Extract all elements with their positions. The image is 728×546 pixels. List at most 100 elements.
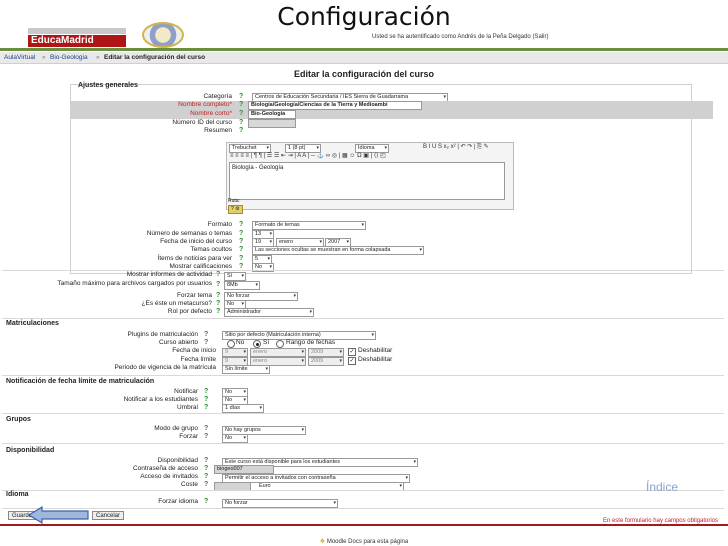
summary-html-editor: Trebuchet ▾ 1 (8 pt) ▾ Idioma ▾ B I U S x₂ … [226, 142, 514, 210]
fecha-inicio-curso-label: Fecha de inicio del curso [160, 238, 232, 245]
moodle-docs-label: Moodle Docs para esta página [326, 539, 409, 545]
moodle-docs-link[interactable]: ❖ Moodle Docs para esta página [0, 538, 728, 545]
notificar-estudiantes-label: Notificar a los estudiantes [123, 396, 198, 403]
page-title: Editar la configuración del curso [293, 69, 435, 79]
help-icon[interactable]: ? [216, 271, 222, 279]
breadcrumb-course[interactable]: Bio-Geologia [50, 53, 88, 62]
fecha-inicio-month-select[interactable]: enero ▾ [250, 348, 306, 357]
help-icon[interactable]: ? [204, 388, 210, 396]
help-icon[interactable]: ? [204, 473, 210, 481]
help-icon[interactable]: ? [239, 230, 245, 238]
help-icon[interactable]: ? [239, 127, 245, 135]
curso-abierto-no-label: No [236, 339, 245, 346]
general-settings-legend: Ajustes generales [78, 82, 138, 89]
help-icon[interactable]: ? [216, 292, 222, 300]
help-icon[interactable]: ? [239, 238, 245, 246]
contrasena-input[interactable]: biogeo007 [214, 465, 274, 474]
tamano-maximo-select[interactable]: 8Mb ▾ [224, 281, 260, 290]
curso-abierto-rango-label: Rango de fechas [286, 339, 336, 346]
notificar-label: Notificar [174, 388, 198, 395]
nombre-completo-label: Nombre completo* [178, 101, 232, 108]
forzar-idioma-select[interactable]: No forzar ▾ [222, 499, 338, 508]
help-icon[interactable]: ? [239, 255, 245, 263]
periodo-vigencia-label: Periodo de vigencia de la matrícula [114, 364, 216, 371]
curso-abierto-si-label: Sí [263, 339, 270, 346]
editor-path-label: Ruta: [228, 198, 240, 204]
help-icon[interactable]: ? [239, 101, 245, 109]
educamadrid-logo[interactable]: EducaMadrid [28, 28, 126, 48]
help-icon[interactable]: ? [204, 433, 210, 441]
formato-select[interactable]: Formato de temas ▾ [252, 221, 366, 230]
coste-label: Coste [181, 481, 198, 488]
numero-id-input[interactable] [248, 119, 296, 128]
numero-semanas-label: Número de semanas o temas [146, 230, 232, 237]
help-icon[interactable]: ? [239, 221, 245, 229]
umbral-label: Umbral [177, 404, 198, 411]
help-icon[interactable]: ? [216, 281, 222, 289]
fecha-limite-deshabilitar-checkbox[interactable]: ✓ [348, 357, 356, 365]
idioma-legend: Idioma [6, 491, 29, 498]
editor-toolbar-row2: ≡ ≡ ≡ ≡ | ¶ ¶ | ☰ ☰ ⇤ ⇥ | A A | ─ ⚓ ∞ ◎ … [227, 152, 513, 161]
nombre-corto-input[interactable]: Bio-Geología [248, 110, 296, 119]
help-icon[interactable]: ? [204, 465, 210, 473]
editor-format-buttons[interactable]: B I U S x₂ x² | ↶ ↷ | ⎘ ✎ [423, 143, 489, 152]
editor-align-buttons[interactable]: ≡ ≡ ≡ ≡ | ¶ ¶ | ☰ ☰ ⇤ ⇥ | A A | ─ ⚓ ∞ ◎ … [230, 152, 386, 161]
help-icon[interactable]: ? [204, 339, 210, 347]
fecha-inicio-year-select[interactable]: 2009 ▾ [308, 348, 344, 357]
fecha-inicio-deshabilitar-checkbox[interactable]: ✓ [348, 348, 356, 356]
formato-label: Formato [207, 221, 232, 228]
help-icon[interactable]: ? [204, 498, 210, 506]
fecha-inicio-label: Fecha de inicio [172, 347, 216, 354]
fecha-limite-year-select[interactable]: 2009 ▾ [308, 357, 344, 366]
breadcrumb-separator-icon: » [96, 54, 100, 61]
help-icon[interactable]: ? [204, 331, 210, 339]
indice-link[interactable]: Índice [646, 480, 678, 494]
periodo-vigencia-select[interactable]: Sin límite ▾ [222, 365, 270, 374]
help-icon[interactable]: ? [239, 93, 245, 101]
login-info[interactable]: Usted se ha autentificado como Andrés de… [372, 34, 548, 40]
disponibilidad-legend: Disponibilidad [6, 447, 55, 454]
fecha-inicio-day-select[interactable]: 9 ▾ [222, 348, 248, 357]
forzar-grupo-select[interactable]: No ▾ [222, 434, 248, 443]
plugins-matriculacion-label: Plugins de matriculación [127, 331, 198, 338]
acceso-invitados-label: Acceso de invitados [140, 473, 198, 480]
disponibilidad-label: Disponibilidad [157, 457, 198, 464]
metacurso-label: ¿Es éste un metacurso? [141, 300, 212, 307]
umbral-select[interactable]: 1 días ▾ [222, 404, 264, 413]
help-icon[interactable]: ? [239, 246, 245, 254]
help-icon[interactable]: ? [204, 425, 210, 433]
help-icon[interactable]: ? [204, 396, 210, 404]
editor-help-button[interactable]: ? ⚙ [228, 205, 243, 214]
editor-toolbar-row1: Trebuchet ▾ 1 (8 pt) ▾ Idioma ▾ B I U S x₂ … [227, 143, 513, 153]
curso-abierto-rango-radio[interactable] [276, 340, 284, 348]
footer-divider [0, 524, 728, 526]
breadcrumb-current: Editar la configuración del curso [104, 54, 206, 61]
breadcrumb-home[interactable]: AulaVirtual [4, 53, 35, 62]
help-icon[interactable]: ? [204, 404, 210, 412]
help-icon[interactable]: ? [204, 457, 210, 465]
forzar-tema-label: Forzar tema [176, 292, 212, 299]
curso-abierto-no-radio[interactable] [227, 340, 235, 348]
nombre-completo-input[interactable]: Biología/Geología/Ciencias de la Tierra … [248, 101, 422, 110]
fecha-inicio-deshabilitar-label: Deshabilitar [358, 347, 393, 354]
rol-defecto-select[interactable]: Administrador ▾ [224, 308, 314, 317]
mostrar-informes-select[interactable]: Sí ▾ [224, 272, 246, 281]
help-icon[interactable]: ? [239, 110, 245, 118]
curso-abierto-si-radio[interactable] [253, 340, 261, 348]
fecha-limite-deshabilitar-label: Deshabilitar [358, 356, 393, 363]
forzar-idioma-label: Forzar idioma [158, 498, 198, 505]
contrasena-label: Contraseña de acceso [132, 465, 198, 472]
help-icon[interactable]: ? [216, 308, 222, 316]
forzar-grupo-label: Forzar [179, 433, 198, 440]
temas-ocultos-select[interactable]: Las secciones ocultas se muestran en for… [252, 246, 424, 255]
help-icon[interactable]: ? [216, 300, 222, 308]
logo-text: EducaMadrid [28, 35, 126, 47]
slide-title: Configuración [277, 2, 451, 31]
tamano-maximo-label: Tamaño máximo para archivos cargados por… [57, 280, 212, 287]
docs-icon: ❖ [319, 539, 327, 545]
pointer-arrow-icon [28, 506, 89, 524]
cancel-button[interactable]: Cancelar [92, 511, 125, 520]
summary-textarea[interactable]: Biología - Geología [229, 162, 505, 200]
help-icon[interactable]: ? [239, 119, 245, 127]
help-icon[interactable]: ? [204, 481, 210, 489]
